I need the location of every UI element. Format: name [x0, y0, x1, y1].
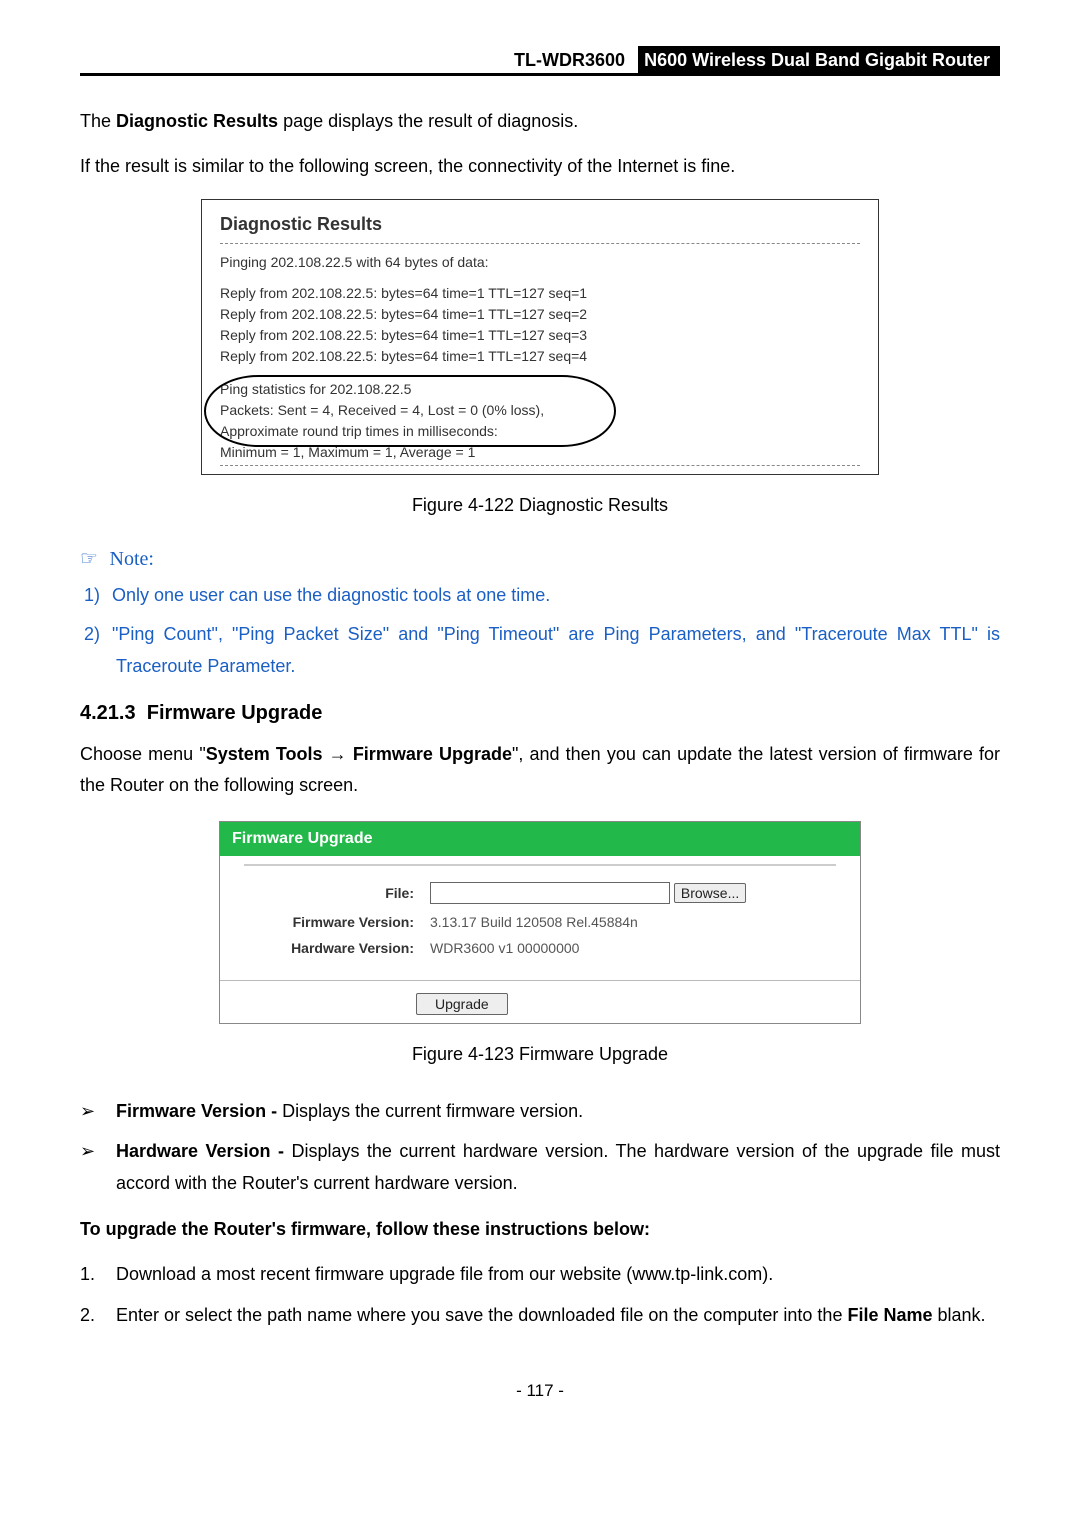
diag-line: Pinging 202.108.22.5 with 64 bytes of da… — [220, 252, 860, 273]
firmware-upgrade-panel: Firmware Upgrade File: Browse... Firmwar… — [219, 821, 861, 1024]
item-text: Only one user can use the diagnostic too… — [112, 585, 550, 605]
list-item: 2. Enter or select the path name where y… — [80, 1299, 1000, 1331]
ordered-list: 1. Download a most recent firmware upgra… — [80, 1258, 1000, 1331]
figure-caption: Figure 4-123 Firmware Upgrade — [80, 1044, 1000, 1065]
diag-line: Reply from 202.108.22.5: bytes=64 time=1… — [220, 304, 860, 325]
diag-line: Ping statistics for 202.108.22.5 — [220, 379, 860, 400]
bullet-icon: ➢ — [80, 1095, 116, 1127]
diagnostic-results-panel: Diagnostic Results Pinging 202.108.22.5 … — [201, 199, 879, 475]
emphasis: Hardware Version - — [116, 1141, 284, 1161]
browse-button[interactable]: Browse... — [674, 883, 746, 903]
note-list: 1)Only one user can use the diagnostic t… — [80, 579, 1000, 682]
file-input[interactable] — [430, 882, 670, 904]
arrow-icon: → — [323, 744, 353, 764]
file-row: File: Browse... — [244, 882, 836, 904]
text: The — [80, 111, 116, 131]
paragraph: If the result is similar to the followin… — [80, 151, 1000, 182]
model-code: TL-WDR3600 — [514, 50, 625, 70]
bullet-list: ➢ Firmware Version - Displays the curren… — [80, 1095, 1000, 1200]
item-number: 1) — [84, 579, 112, 611]
diag-title: Diagnostic Results — [220, 210, 860, 243]
diag-body: Pinging 202.108.22.5 with 64 bytes of da… — [220, 243, 860, 466]
section-heading: 4.21.3 Firmware Upgrade — [80, 702, 1000, 725]
note-label: Note: — [110, 548, 154, 570]
upgrade-button[interactable]: Upgrade — [416, 993, 508, 1015]
firmware-version-value: 3.13.17 Build 120508 Rel.45884n — [430, 914, 638, 930]
step-number: 2. — [80, 1299, 116, 1331]
list-item: 2)"Ping Count", "Ping Packet Size" and "… — [84, 618, 1000, 683]
file-label: File: — [244, 885, 430, 901]
emphasis: Firmware Upgrade — [353, 744, 512, 764]
bullet-icon: ➢ — [80, 1135, 116, 1200]
diag-line: Reply from 202.108.22.5: bytes=64 time=1… — [220, 283, 860, 304]
text: blank. — [933, 1305, 986, 1325]
figure-caption: Figure 4-122 Diagnostic Results — [80, 495, 1000, 516]
diag-line: Reply from 202.108.22.5: bytes=64 time=1… — [220, 346, 860, 367]
text: Displays the current firmware version. — [277, 1101, 583, 1121]
paragraph: The Diagnostic Results page displays the… — [80, 106, 1000, 137]
page-header: TL-WDR3600 N600 Wireless Dual Band Gigab… — [80, 50, 1000, 76]
list-item: ➢ Hardware Version - Displays the curren… — [80, 1135, 1000, 1200]
panel-footer: Upgrade — [220, 980, 860, 1023]
emphasis: Diagnostic Results — [116, 111, 278, 131]
section-number: 4.21.3 — [80, 702, 136, 724]
text: page displays the result of diagnosis. — [278, 111, 578, 131]
note-heading: ☞ Note: — [80, 546, 1000, 571]
device-name: N600 Wireless Dual Band Gigabit Router — [638, 46, 1000, 74]
diag-line: Approximate round trip times in millisec… — [220, 421, 860, 442]
fw-version-row: Firmware Version: 3.13.17 Build 120508 R… — [244, 914, 836, 930]
hw-version-row: Hardware Version: WDR3600 v1 00000000 — [244, 940, 836, 956]
diag-line: Reply from 202.108.22.5: bytes=64 time=1… — [220, 325, 860, 346]
diag-line: Minimum = 1, Maximum = 1, Average = 1 — [220, 442, 860, 463]
section-title: Firmware Upgrade — [147, 702, 323, 724]
text: Enter or select the path name where you … — [116, 1305, 847, 1325]
list-item: ➢ Firmware Version - Displays the curren… — [80, 1095, 1000, 1127]
pointing-hand-icon: ☞ — [80, 548, 98, 570]
firmware-version-label: Firmware Version: — [244, 914, 430, 930]
diag-stats: Ping statistics for 202.108.22.5 Packets… — [220, 379, 860, 463]
step-text: Download a most recent firmware upgrade … — [116, 1258, 773, 1290]
diag-line: Packets: Sent = 4, Received = 4, Lost = … — [220, 400, 860, 421]
text: Choose menu " — [80, 744, 206, 764]
list-item: 1)Only one user can use the diagnostic t… — [84, 579, 1000, 611]
emphasis: System Tools — [206, 744, 323, 764]
step-text: Enter or select the path name where you … — [116, 1299, 986, 1331]
paragraph: Choose menu "System Tools → Firmware Upg… — [80, 739, 1000, 800]
item-number: 2) — [84, 618, 112, 650]
item-text: "Ping Count", "Ping Packet Size" and "Pi… — [112, 624, 1000, 676]
emphasis: Firmware Version - — [116, 1101, 277, 1121]
emphasis: File Name — [847, 1305, 932, 1325]
panel-header: Firmware Upgrade — [220, 822, 860, 856]
instructions-heading: To upgrade the Router's firmware, follow… — [80, 1214, 1000, 1245]
hardware-version-value: WDR3600 v1 00000000 — [430, 940, 579, 956]
page-number: - 117 - — [80, 1381, 1000, 1401]
hardware-version-label: Hardware Version: — [244, 940, 430, 956]
list-item: 1. Download a most recent firmware upgra… — [80, 1258, 1000, 1290]
step-number: 1. — [80, 1258, 116, 1290]
